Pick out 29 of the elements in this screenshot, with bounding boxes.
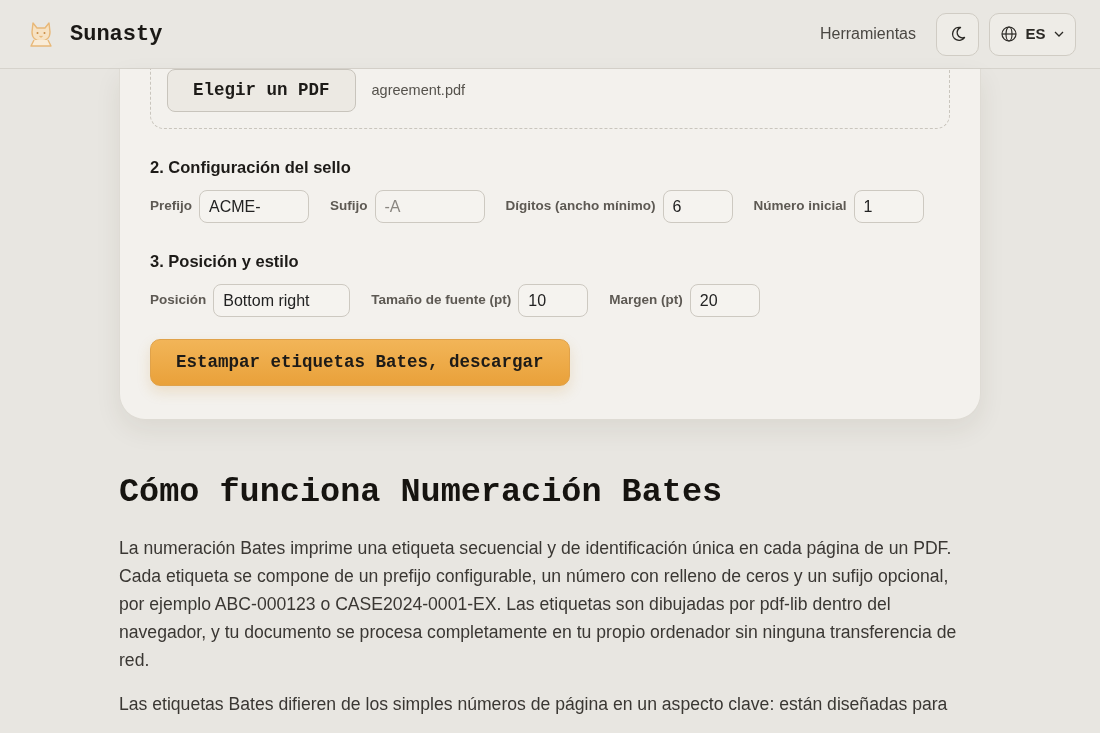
- theme-toggle-button[interactable]: [936, 12, 979, 56]
- chevron-down-icon: [1053, 31, 1064, 37]
- dropdown-select[interactable]: Bottom right: [213, 284, 351, 317]
- globe-icon: [1001, 26, 1018, 42]
- brand-name: Sunasty: [70, 20, 163, 49]
- language-button[interactable]: ES: [989, 12, 1076, 56]
- number-input[interactable]: 1: [853, 190, 924, 223]
- number-input[interactable]: 10: [518, 284, 589, 317]
- field-label: Sufijo: [330, 197, 368, 216]
- choose-file-button[interactable]: Elegir un PDF: [167, 69, 356, 112]
- stamp-download-button[interactable]: Estampar etiquetas Bates, descargar: [150, 339, 570, 386]
- number-input[interactable]: 20: [689, 284, 760, 317]
- number-input[interactable]: 6: [662, 190, 733, 223]
- text-input[interactable]: -A: [374, 190, 485, 223]
- section-heading: 2. Configuración del sello: [150, 157, 352, 177]
- section-heading: 3. Posición y estilo: [150, 251, 300, 271]
- field-label: Tamaño de fuente (pt): [371, 291, 512, 310]
- moon-icon: [949, 26, 966, 42]
- text-input[interactable]: ACME-: [199, 190, 309, 223]
- field-label: Dígitos (ancho mínimo): [505, 197, 656, 216]
- article-paragraph: Las etiquetas Bates difieren de los simples números de página en un aspecto clave: están diseñadas para: [119, 693, 949, 716]
- field-label: Número inicial: [753, 197, 847, 216]
- nav-link[interactable]: Herramientas: [819, 22, 916, 46]
- field-label: Posición: [150, 291, 207, 310]
- file-name: agreement.pdf: [371, 80, 466, 100]
- field-label: Prefijo: [150, 197, 192, 216]
- article-paragraph: La numeración Bates imprime una etiqueta secuencial y de identificación única en cada página de un PDF. Cada etiqueta se compone de un prefijo configurable, un número con relleno de ceros y un sufijo opcional, por ejemplo ABC-000123 o CASE2024-0001-EX. Las etiquetas son dibujadas por pdf-lib dentro del navegador, y tu documento se procesa completamente en tu propio ordenador sin ninguna transferencia de red.: [119, 537, 958, 672]
- field-label: Margen (pt): [609, 291, 683, 310]
- article-heading: Cómo funciona Numeración Bates: [119, 472, 724, 512]
